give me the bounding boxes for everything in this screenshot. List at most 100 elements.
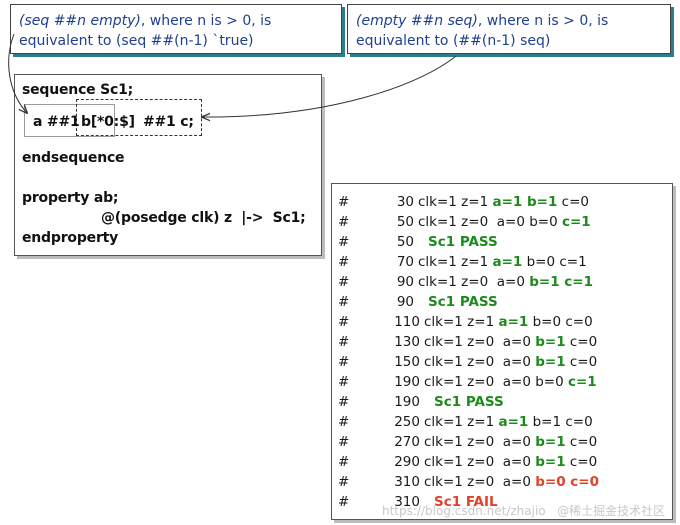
log-value-highlight: b=1 c=1 [529, 274, 593, 290]
log-value-highlight: b=1 [535, 354, 566, 370]
log-hash: # [338, 354, 350, 370]
log-value: clk=1 z=0 a=0 [424, 434, 536, 450]
log-row: #250 clk=1 z=1 a=1 b=1 c=0 [332, 414, 672, 434]
code-line-endproperty: endproperty [22, 230, 119, 246]
log-result: Sc1 PASS [428, 234, 498, 250]
log-signals: clk=1 z=0 a=0 b=1 c=0 [424, 454, 597, 470]
sequence-code-box: sequence Sc1; a ##1 b[*0:$] ##1 c; endse… [14, 74, 322, 256]
log-time: 50 [396, 234, 414, 250]
note-right-line2: equivalent to (##(n-1) seq) [356, 33, 551, 49]
code-line-endsequence: endsequence [22, 150, 125, 166]
log-value: clk=1 z=0 a=0 [424, 354, 536, 370]
log-value-highlight: Sc1 PASS [428, 294, 498, 310]
log-value-highlight: a=1 [498, 414, 529, 430]
log-row: #110 clk=1 z=1 a=1 b=0 c=0 [332, 314, 672, 334]
code-line-property: property ab; [22, 190, 119, 206]
log-signals: clk=1 z=0 a=0 b=0 c=1 [418, 214, 591, 230]
log-value: c=0 [565, 454, 598, 470]
log-signals: clk=1 z=0 a=0 b=1 c=1 [418, 274, 593, 290]
note-left-rest: , where n is > 0, is [140, 13, 272, 29]
log-row: #50 clk=1 z=0 a=0 b=0 c=1 [332, 214, 672, 234]
log-value: c=0 [557, 194, 589, 210]
log-value-highlight: b=1 [535, 454, 566, 470]
code-seq-a: a ##1 [33, 114, 80, 130]
log-value: c=0 [565, 434, 598, 450]
log-hash: # [338, 394, 350, 410]
note-left-line2: equivalent to (seq ##(n-1) `true) [19, 33, 254, 49]
log-value: clk=1 z=1 [424, 414, 499, 430]
log-row: #130 clk=1 z=0 a=0 b=1 c=0 [332, 334, 672, 354]
log-row: #290 clk=1 z=0 a=0 b=1 c=0 [332, 454, 672, 474]
code-seq-b: b[*0:$] [81, 114, 135, 130]
log-value-highlight: c=1 [561, 214, 591, 230]
log-value-highlight: Sc1 PASS [434, 394, 504, 410]
note-left-italic: (seq ##n empty) [19, 13, 141, 29]
log-time: 50 [396, 214, 414, 230]
log-time: 110 [394, 314, 420, 330]
log-value: c=0 [565, 334, 598, 350]
log-hash: # [338, 454, 350, 470]
log-value: clk=1 z=1 [424, 314, 499, 330]
log-hash: # [338, 414, 350, 430]
log-result: Sc1 PASS [428, 294, 498, 310]
log-value-highlight: a=1 [492, 254, 523, 270]
note-right-italic: (empty ##n seq) [356, 13, 478, 29]
log-value: clk=1 z=0 a=0 b=0 [418, 214, 562, 230]
log-value: clk=1 z=1 [418, 194, 493, 210]
note-seq-empty: (seq ##n empty), where n is > 0, is equi… [10, 4, 342, 54]
log-time: 250 [394, 414, 420, 430]
log-row: #90 clk=1 z=0 a=0 b=1 c=1 [332, 274, 672, 294]
log-hash: # [338, 334, 350, 350]
log-row: #190 Sc1 PASS [332, 394, 672, 414]
log-row: #30 clk=1 z=1 a=1 b=1 c=0 [332, 194, 672, 214]
log-value: b=0 c=1 [522, 254, 587, 270]
log-row: #150 clk=1 z=0 a=0 b=1 c=0 [332, 354, 672, 374]
log-signals: clk=1 z=0 a=0 b=0 c=1 [424, 374, 597, 390]
log-value: clk=1 z=0 a=0 [418, 274, 530, 290]
watermark: https://blog.csdn.net/zhajio @稀土掘金技术社区 [382, 504, 666, 518]
log-hash: # [338, 314, 350, 330]
code-line-implication: @(posedge clk) z |-> Sc1; [101, 210, 306, 226]
log-time: 130 [394, 334, 420, 350]
log-time: 190 [394, 374, 420, 390]
log-hash: # [338, 434, 350, 450]
log-signals: clk=1 z=1 a=1 b=1 c=0 [424, 414, 593, 430]
log-value-highlight: b=1 [535, 334, 566, 350]
log-hash: # [338, 474, 350, 490]
log-row: #90 Sc1 PASS [332, 294, 672, 314]
log-time: 150 [394, 354, 420, 370]
log-signals: clk=1 z=0 a=0 b=1 c=0 [424, 354, 597, 370]
log-hash: # [338, 374, 350, 390]
log-value-highlight: b=1 [535, 434, 566, 450]
log-row: #50 Sc1 PASS [332, 234, 672, 254]
log-value: clk=1 z=0 a=0 [424, 454, 536, 470]
log-value-highlight: Sc1 PASS [428, 234, 498, 250]
log-time: 90 [396, 274, 414, 290]
log-hash: # [338, 294, 350, 310]
log-time: 90 [396, 294, 414, 310]
log-signals: clk=1 z=1 a=1 b=0 c=0 [424, 314, 593, 330]
log-value: clk=1 z=0 a=0 b=0 [424, 374, 568, 390]
log-hash: # [338, 214, 350, 230]
log-time: 270 [394, 434, 420, 450]
simulation-log-box: #30 clk=1 z=1 a=1 b=1 c=0 #50 clk=1 z=0 a=0… [331, 183, 673, 520]
log-value: clk=1 z=1 [418, 254, 493, 270]
log-value: c=0 [565, 354, 598, 370]
log-value: clk=1 z=0 a=0 [424, 474, 536, 490]
log-signals: clk=1 z=0 a=0 b=1 c=0 [424, 434, 597, 450]
log-value-highlight: a=1 b=1 [492, 194, 558, 210]
log-time: 70 [396, 254, 414, 270]
log-row: #190 clk=1 z=0 a=0 b=0 c=1 [332, 374, 672, 394]
log-time: 310 [394, 474, 420, 490]
log-signals: clk=1 z=1 a=1 b=0 c=1 [418, 254, 587, 270]
log-result: Sc1 PASS [434, 394, 504, 410]
code-seq-c: ##1 c; [143, 114, 194, 130]
note-empty-seq: (empty ##n seq), where n is > 0, is equi… [347, 4, 671, 54]
log-row: #270 clk=1 z=0 a=0 b=1 c=0 [332, 434, 672, 454]
log-time: 290 [394, 454, 420, 470]
log-hash: # [338, 234, 350, 250]
log-value: clk=1 z=0 a=0 [424, 334, 536, 350]
log-hash: # [338, 194, 350, 210]
note-right-rest: , where n is > 0, is [477, 13, 609, 29]
log-signals: clk=1 z=0 a=0 b=1 c=0 [424, 334, 597, 350]
